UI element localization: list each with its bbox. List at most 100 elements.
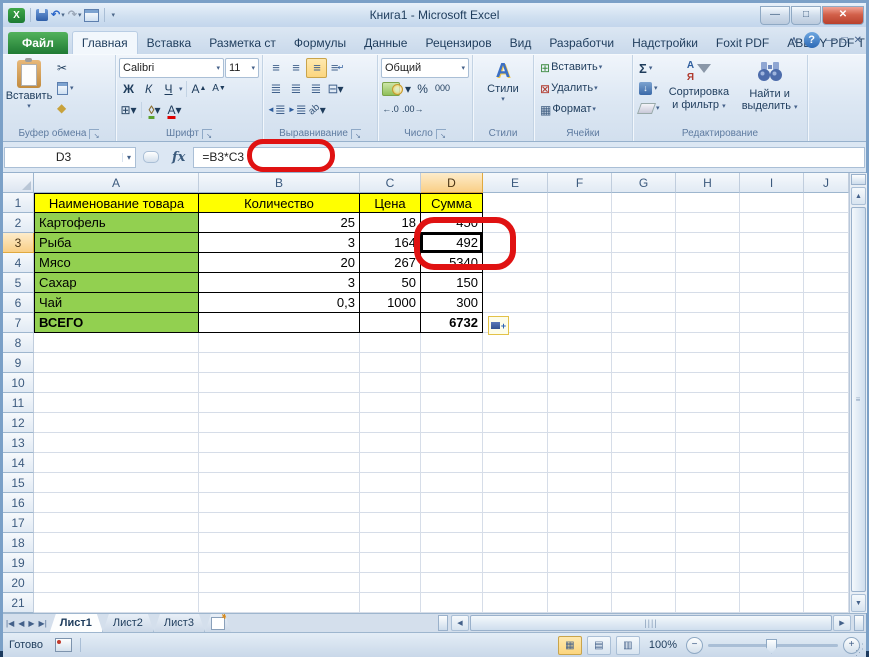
row-header-17[interactable]: 17 <box>3 513 34 533</box>
insert-cells-button[interactable]: ⊞Вставить▾ <box>537 57 629 78</box>
cell-F4[interactable] <box>548 253 612 273</box>
row-header-5[interactable]: 5 <box>3 273 34 293</box>
cell-B19[interactable] <box>199 553 360 573</box>
cell-F7[interactable] <box>548 313 612 333</box>
cell-I7[interactable] <box>740 313 804 333</box>
cell-A18[interactable] <box>34 533 199 553</box>
cell-D11[interactable] <box>421 393 483 413</box>
last-sheet-icon[interactable]: ▶| <box>39 619 47 628</box>
cell-B17[interactable] <box>199 513 360 533</box>
cell-F2[interactable] <box>548 213 612 233</box>
cell-G21[interactable] <box>612 593 676 613</box>
cell-D9[interactable] <box>421 353 483 373</box>
row-header-19[interactable]: 19 <box>3 553 34 573</box>
cell-D10[interactable] <box>421 373 483 393</box>
zoom-slider[interactable] <box>708 644 838 647</box>
save-button[interactable] <box>36 9 48 21</box>
cell-E19[interactable] <box>483 553 548 573</box>
sort-filter-button[interactable]: АЯ Сортировкаи фильтр ▾ <box>665 57 734 126</box>
cell-F10[interactable] <box>548 373 612 393</box>
cell-I12[interactable] <box>740 413 804 433</box>
cell-A15[interactable] <box>34 473 199 493</box>
cell-H16[interactable] <box>676 493 740 513</box>
cell-B15[interactable] <box>199 473 360 493</box>
minimize-button[interactable]: — <box>760 6 790 25</box>
cell-E10[interactable] <box>483 373 548 393</box>
decrease-indent-button[interactable]: ◄≣ <box>266 101 286 119</box>
vertical-split-handle[interactable] <box>851 174 866 185</box>
cell-styles-button[interactable]: А Стили▾ <box>480 57 526 126</box>
row-header-13[interactable]: 13 <box>3 433 34 453</box>
cell-G17[interactable] <box>612 513 676 533</box>
scroll-right-icon[interactable]: ▶ <box>833 615 851 631</box>
copy-button[interactable]: ▾ <box>54 79 77 97</box>
cell-E21[interactable] <box>483 593 548 613</box>
cell-E3[interactable] <box>483 233 548 253</box>
cell-F9[interactable] <box>548 353 612 373</box>
cell-H7[interactable] <box>676 313 740 333</box>
cell-J9[interactable] <box>804 353 849 373</box>
cell-D20[interactable] <box>421 573 483 593</box>
workbook-close-icon[interactable]: ✕ <box>854 35 862 46</box>
cell-H6[interactable] <box>676 293 740 313</box>
align-left-button[interactable]: ≣ <box>266 80 285 98</box>
cell-C9[interactable] <box>360 353 421 373</box>
name-box[interactable]: D3 ▾ <box>4 147 136 168</box>
grow-font-button[interactable]: А▲ <box>190 80 209 98</box>
scroll-up-icon[interactable]: ▲ <box>851 187 866 205</box>
row-header-7[interactable]: 7 <box>3 313 34 333</box>
cell-D6[interactable]: 300 <box>421 293 483 313</box>
cell-J4[interactable] <box>804 253 849 273</box>
cell-A8[interactable] <box>34 333 199 353</box>
cell-C16[interactable] <box>360 493 421 513</box>
cell-A21[interactable] <box>34 593 199 613</box>
cell-H1[interactable] <box>676 193 740 213</box>
cell-G11[interactable] <box>612 393 676 413</box>
horizontal-scrollbar[interactable]: ◀ |||| ▶ <box>450 615 852 631</box>
cell-B3[interactable]: 3 <box>199 233 360 253</box>
row-header-16[interactable]: 16 <box>3 493 34 513</box>
cell-C1[interactable]: Цена <box>360 193 421 213</box>
cell-D13[interactable] <box>421 433 483 453</box>
vertical-scrollbar[interactable]: ▲ ≡ ▼ <box>849 173 867 613</box>
cell-J16[interactable] <box>804 493 849 513</box>
cell-G19[interactable] <box>612 553 676 573</box>
font-size-combo[interactable]: 11▾ <box>225 58 259 78</box>
cell-B8[interactable] <box>199 333 360 353</box>
cell-H13[interactable] <box>676 433 740 453</box>
tab-file[interactable]: Файл <box>8 32 68 54</box>
row-header-14[interactable]: 14 <box>3 453 34 473</box>
dialog-launcher-icon[interactable]: ↘ <box>89 129 99 139</box>
cell-H10[interactable] <box>676 373 740 393</box>
cell-J3[interactable] <box>804 233 849 253</box>
percent-style-button[interactable]: % <box>413 80 432 98</box>
increase-decimal-button[interactable]: ←.0 <box>381 101 400 119</box>
delete-cells-button[interactable]: ⊠Удалить▾ <box>537 78 629 99</box>
cell-G14[interactable] <box>612 453 676 473</box>
cell-H14[interactable] <box>676 453 740 473</box>
cell-F17[interactable] <box>548 513 612 533</box>
cell-I20[interactable] <box>740 573 804 593</box>
cell-H4[interactable] <box>676 253 740 273</box>
cell-E14[interactable] <box>483 453 548 473</box>
column-header-F[interactable]: F <box>548 173 612 193</box>
tab-developer[interactable]: Разработчи <box>540 32 623 54</box>
cell-B11[interactable] <box>199 393 360 413</box>
align-right-button[interactable]: ≣ <box>306 80 325 98</box>
row-header-2[interactable]: 2 <box>3 213 34 233</box>
cell-H15[interactable] <box>676 473 740 493</box>
cell-I11[interactable] <box>740 393 804 413</box>
sheet-tab-1[interactable]: Лист1 <box>50 614 103 632</box>
column-header-G[interactable]: G <box>612 173 676 193</box>
cell-E2[interactable] <box>483 213 548 233</box>
cell-H17[interactable] <box>676 513 740 533</box>
fill-button[interactable]: ↓▾ <box>636 79 663 97</box>
tab-page-layout[interactable]: Разметка ст <box>200 32 285 54</box>
cell-B9[interactable] <box>199 353 360 373</box>
cell-D8[interactable] <box>421 333 483 353</box>
cell-I17[interactable] <box>740 513 804 533</box>
row-header-11[interactable]: 11 <box>3 393 34 413</box>
cell-F20[interactable] <box>548 573 612 593</box>
cell-E8[interactable] <box>483 333 548 353</box>
cell-E16[interactable] <box>483 493 548 513</box>
